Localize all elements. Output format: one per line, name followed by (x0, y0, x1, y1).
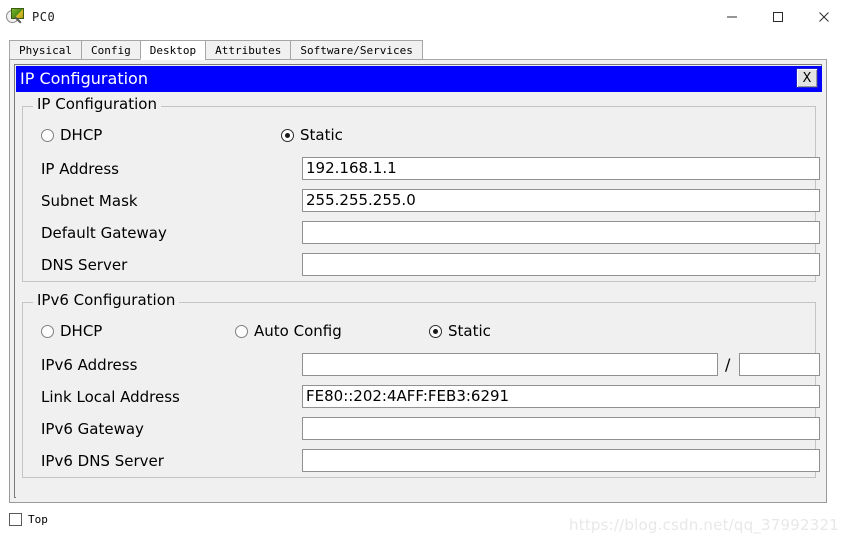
ipv6-gateway-label: IPv6 Gateway (41, 420, 144, 438)
radio-selected-icon (281, 128, 294, 142)
ipv4-ip-address-input[interactable]: 192.168.1.1 (302, 157, 820, 180)
ipv4-dns-server-row: DNS Server (23, 253, 820, 277)
ipv4-dhcp-radio[interactable]: DHCP (41, 126, 102, 144)
ip-configuration-body: IP Configuration DHCP Static IP Address … (16, 92, 822, 498)
desktop-panel: IP Configuration X IP Configuration DHCP… (9, 59, 827, 503)
ipv4-subnet-mask-input[interactable]: 255.255.255.0 (302, 189, 820, 212)
ipv6-auto-config-label: Auto Config (254, 322, 342, 340)
window-title: PC0 (32, 9, 56, 24)
ip-configuration-title-bar[interactable]: IP Configuration (16, 66, 822, 92)
ipv4-ip-address-label: IP Address (41, 160, 119, 178)
tab-physical[interactable]: Physical (9, 40, 82, 60)
ipv6-gateway-row: IPv6 Gateway (23, 417, 820, 441)
ipv4-dns-server-input[interactable] (302, 253, 820, 276)
ipv4-dns-server-label: DNS Server (41, 256, 128, 274)
ipv4-static-radio[interactable]: Static (281, 126, 343, 144)
ipv4-default-gateway-label: Default Gateway (41, 224, 167, 242)
ipv4-static-label: Static (300, 126, 343, 144)
window-title-bar: PC0 (0, 0, 847, 33)
bottom-bar: Top https://blog.csdn.net/qq_37992321 (0, 505, 847, 541)
top-checkbox[interactable]: Top (9, 513, 48, 526)
maximize-button[interactable] (755, 0, 801, 33)
ipv4-subnet-mask-label: Subnet Mask (41, 192, 138, 210)
ipv6-group-legend: IPv6 Configuration (33, 293, 180, 308)
window-controls (709, 0, 847, 33)
radio-unselected-icon (235, 324, 248, 338)
device-tabs: Physical Config Desktop Attributes Softw… (9, 40, 429, 60)
ip-configuration-internal-frame: IP Configuration X IP Configuration DHCP… (14, 64, 822, 498)
ipv6-dns-server-input[interactable] (302, 449, 820, 472)
app-window: PC0 Physical Config Desktop Attributes S… (0, 0, 847, 541)
ipv6-prefix-length-input[interactable] (739, 353, 820, 376)
ipv6-dhcp-label: DHCP (60, 322, 103, 340)
watermark-text: https://blog.csdn.net/qq_37992321 (569, 516, 839, 534)
radio-unselected-icon (41, 324, 54, 338)
ipv4-default-gateway-row: Default Gateway (23, 221, 820, 245)
radio-unselected-icon (41, 128, 54, 142)
ipv6-address-label: IPv6 Address (41, 356, 138, 374)
ipv4-default-gateway-input[interactable] (302, 221, 820, 244)
ipv6-link-local-address-label: Link Local Address (41, 388, 180, 406)
ipv4-configuration-group: IP Configuration DHCP Static IP Address … (22, 97, 820, 282)
ipv6-dns-server-label: IPv6 DNS Server (41, 452, 164, 470)
ipv4-dhcp-label: DHCP (60, 126, 103, 144)
ipv4-ip-address-row: IP Address 192.168.1.1 (23, 157, 820, 181)
ipv6-address-row: IPv6 Address / (23, 353, 820, 377)
ipv4-subnet-mask-row: Subnet Mask 255.255.255.0 (23, 189, 820, 213)
top-checkbox-label: Top (28, 513, 48, 526)
ipv4-group-legend: IP Configuration (33, 97, 161, 112)
ipv6-gateway-input[interactable] (302, 417, 820, 440)
ipv6-dns-server-row: IPv6 DNS Server (23, 449, 820, 473)
ip-configuration-title: IP Configuration (20, 69, 148, 88)
ipv6-dhcp-radio[interactable]: DHCP (41, 322, 102, 340)
ipv6-auto-config-radio[interactable]: Auto Config (235, 322, 342, 340)
tab-desktop[interactable]: Desktop (139, 40, 207, 60)
ipv6-link-local-address-input[interactable]: FE80::202:4AFF:FEB3:6291 (302, 385, 820, 408)
packet-tracer-pc-icon (6, 7, 26, 27)
ipv6-configuration-group: IPv6 Configuration DHCP Auto Config Stat… (22, 293, 820, 478)
ipv6-static-radio[interactable]: Static (429, 322, 491, 340)
tab-attributes[interactable]: Attributes (205, 40, 292, 60)
checkbox-unchecked-icon (9, 513, 22, 526)
ip-configuration-close-icon[interactable]: X (796, 68, 818, 88)
radio-selected-icon (429, 324, 442, 338)
ipv6-prefix-separator: / (725, 355, 731, 374)
ipv6-address-input[interactable] (302, 353, 718, 376)
tab-software-services[interactable]: Software/Services (290, 40, 423, 60)
minimize-button[interactable] (709, 0, 755, 33)
ipv6-link-local-address-row: Link Local Address FE80::202:4AFF:FEB3:6… (23, 385, 820, 409)
ipv6-static-label: Static (448, 322, 491, 340)
tab-config[interactable]: Config (80, 40, 141, 60)
close-button[interactable] (801, 0, 847, 33)
